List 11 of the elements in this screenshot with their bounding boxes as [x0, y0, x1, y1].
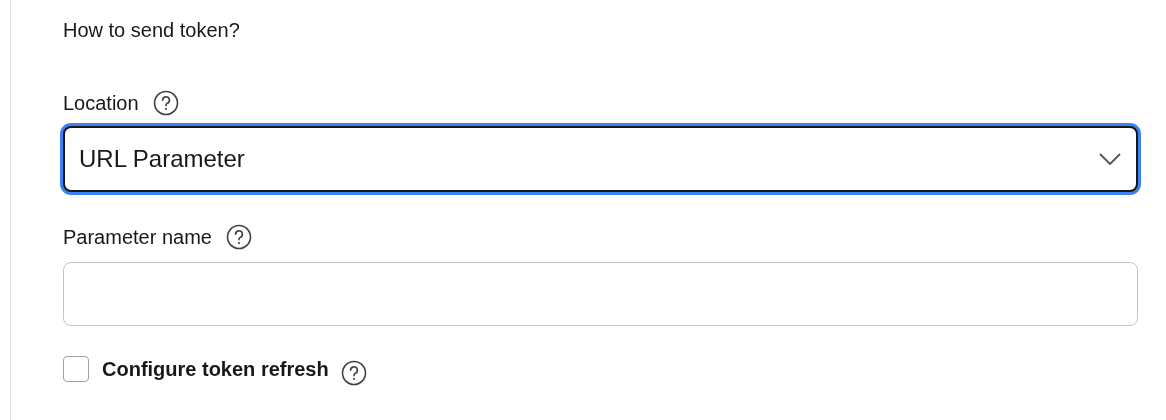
- field-label: Location: [63, 91, 139, 116]
- chevron-down-icon: [1098, 152, 1122, 166]
- location-select[interactable]: URL Parameter: [63, 126, 1138, 192]
- field-label: Parameter name: [63, 225, 212, 250]
- help-icon[interactable]: [340, 360, 367, 386]
- checkbox[interactable]: [63, 356, 89, 382]
- section-heading: How to send token?: [63, 18, 241, 43]
- parameter-name-field[interactable]: [63, 262, 1138, 326]
- checkbox-label: Configure token refresh: [102, 357, 329, 382]
- help-icon[interactable]: [225, 224, 252, 250]
- help-icon[interactable]: [152, 90, 179, 116]
